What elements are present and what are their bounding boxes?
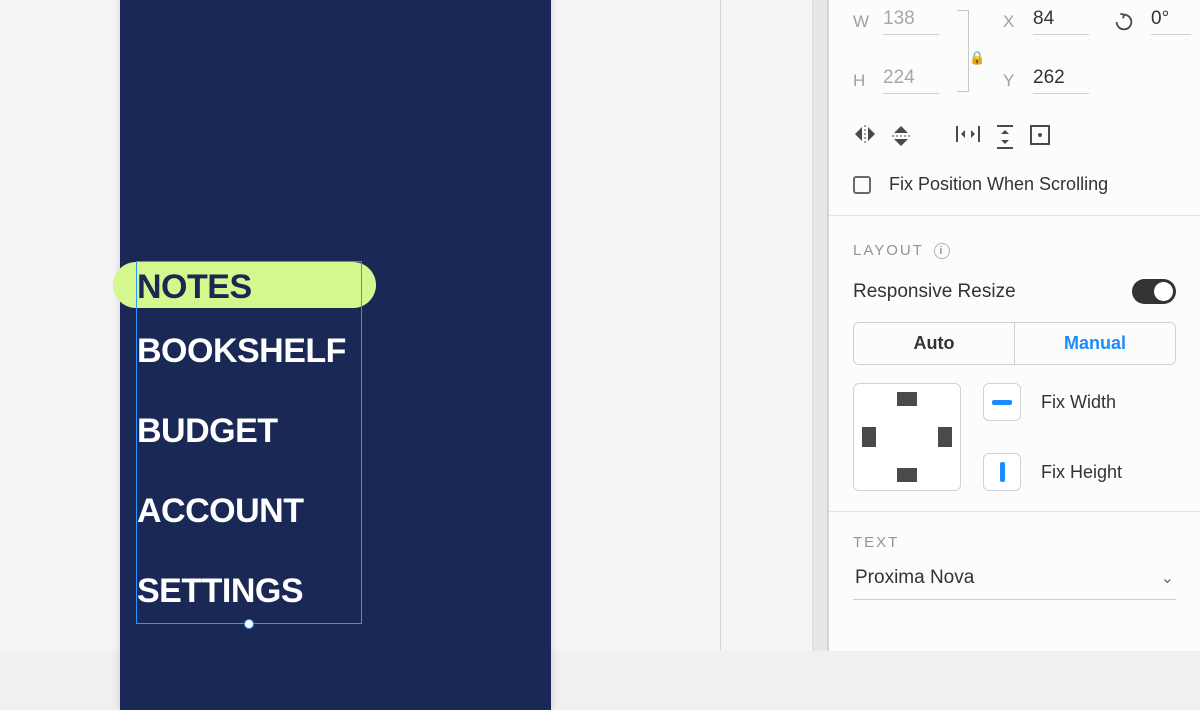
selection-handle-bottom[interactable] (244, 619, 254, 629)
font-family-select[interactable]: Proxima Nova ⌄ (853, 563, 1176, 600)
resize-horizontal-button[interactable] (955, 124, 981, 150)
constraint-top[interactable] (897, 392, 917, 406)
fix-position-checkbox-row[interactable]: Fix Position When Scrolling (853, 174, 1176, 195)
design-canvas[interactable]: NOTES BOOKSHELF BUDGET ACCOUNT SETTINGS (0, 0, 828, 651)
flip-horizontal-button[interactable] (853, 124, 877, 150)
layout-section: LAYOUT i Responsive Resize Auto Manual F… (829, 216, 1200, 512)
fix-width-icon[interactable] (983, 383, 1021, 421)
rotation-field[interactable]: 0° (1113, 8, 1191, 35)
width-field[interactable]: W 138 (853, 8, 939, 35)
y-label: Y (1003, 71, 1021, 91)
x-value[interactable]: 84 (1033, 8, 1089, 35)
height-field[interactable]: H 224 (853, 67, 939, 94)
w-label: W (853, 12, 871, 32)
lock-icon[interactable]: 🔒 (969, 50, 979, 66)
ruler-guide (720, 0, 721, 651)
fix-width-row[interactable]: Fix Width (983, 383, 1122, 421)
rotate-icon (1113, 11, 1135, 33)
fix-height-icon[interactable] (983, 453, 1021, 491)
text-header: TEXT (853, 534, 899, 551)
font-name: Proxima Nova (855, 567, 974, 589)
text-section: TEXT Proxima Nova ⌄ (829, 512, 1200, 620)
rotation-value[interactable]: 0° (1151, 8, 1191, 35)
resize-mode-segmented[interactable]: Auto Manual (853, 322, 1176, 365)
resize-vertical-button[interactable] (995, 124, 1015, 150)
constraint-right[interactable] (938, 427, 952, 447)
info-icon[interactable]: i (934, 243, 950, 259)
constraint-bottom[interactable] (897, 468, 917, 482)
inspector-panel: W 138 H 224 🔒 X 84 Y (828, 0, 1200, 651)
y-value[interactable]: 262 (1033, 67, 1089, 94)
fix-width-label: Fix Width (1041, 392, 1116, 413)
constraints-control[interactable] (853, 383, 961, 491)
resize-auto-tab[interactable]: Auto (854, 323, 1015, 364)
responsive-resize-label: Responsive Resize (853, 281, 1016, 303)
chevron-down-icon: ⌄ (1161, 568, 1174, 588)
responsive-resize-toggle[interactable] (1132, 279, 1176, 304)
fix-height-row[interactable]: Fix Height (983, 453, 1122, 491)
lock-bracket (957, 10, 969, 92)
checkbox-icon[interactable] (853, 176, 871, 194)
x-field[interactable]: X 84 (1003, 8, 1089, 35)
fix-height-label: Fix Height (1041, 462, 1122, 483)
fix-position-label: Fix Position When Scrolling (889, 174, 1108, 195)
resize-manual-tab[interactable]: Manual (1015, 323, 1175, 364)
layout-header: LAYOUT (853, 242, 924, 259)
h-label: H (853, 71, 871, 91)
w-value[interactable]: 138 (883, 8, 939, 35)
constraint-left[interactable] (862, 427, 876, 447)
flip-vertical-button[interactable] (891, 124, 911, 150)
h-value[interactable]: 224 (883, 67, 939, 94)
resize-fit-button[interactable] (1029, 124, 1051, 150)
selection-outline[interactable] (137, 262, 361, 623)
x-label: X (1003, 12, 1021, 32)
position-section: W 138 H 224 🔒 X 84 Y (829, 0, 1200, 216)
y-field[interactable]: Y 262 (1003, 67, 1089, 94)
